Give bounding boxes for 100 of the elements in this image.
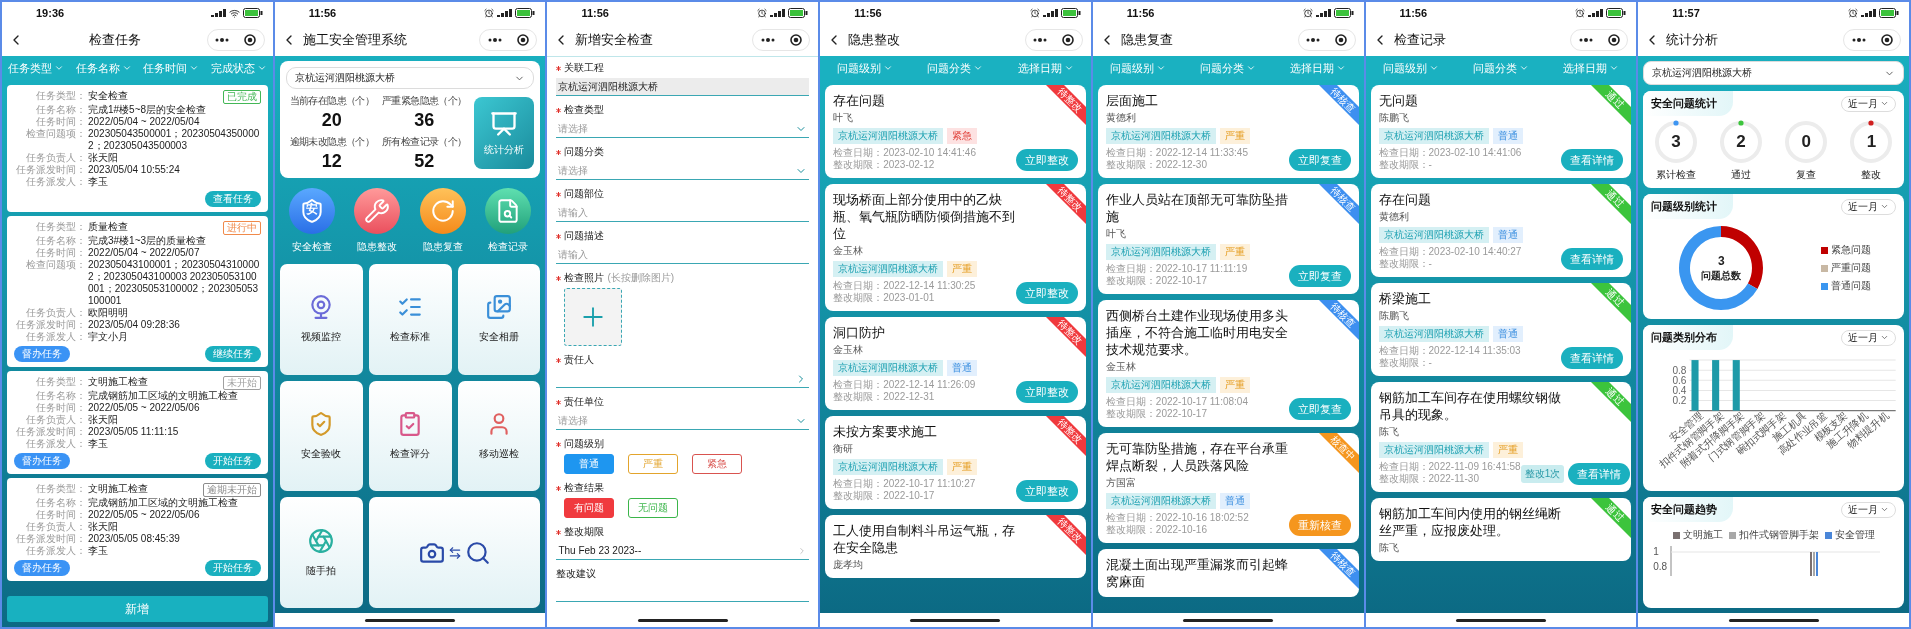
filter-dropdown[interactable]: 问题级别 (837, 60, 894, 76)
period-select[interactable]: 近一月 (1841, 329, 1896, 346)
task-action-button[interactable]: 开始任务 (204, 560, 261, 576)
feature-tile[interactable]: 安全验收 (279, 380, 363, 492)
issue-card[interactable]: 待整改 存在问题 叶飞 京杭运河泗阳桃源大桥 紧急 检查日期：2023-02-10 14:41:46 整改期限：2023-02-12 立即整改 (825, 85, 1086, 178)
level-tag: 严重 (947, 459, 978, 475)
issue-card[interactable]: 待整改 工人使用自制料斗吊运气瓶，存在安全隐患 庞孝均 (825, 515, 1086, 578)
card-action-button[interactable]: 立即复查 (1288, 149, 1351, 171)
input-field[interactable]: 请输入 (556, 204, 810, 222)
filter-dropdown[interactable]: 问题级别 (1382, 60, 1439, 76)
issue-card[interactable]: 通过 桥梁施工 陈鹏飞 京杭运河泗阳桃源大桥 普通 检查日期：2022-12-14 11:35:03 整改期限：- 查看详情 (1370, 283, 1632, 376)
project-tag: 京杭运河泗阳桃源大桥 (833, 128, 944, 144)
quick-entry[interactable]: 隐患复查 (410, 188, 476, 254)
field-value: 2023/05/05 08:45:39 (88, 533, 181, 545)
more-icon[interactable] (215, 38, 230, 42)
add-button[interactable]: 新增 (7, 596, 268, 622)
filter-dropdown[interactable]: 任务时间 (143, 60, 200, 76)
option-button[interactable]: 无问题 (628, 498, 679, 518)
issue-card[interactable]: 核查中 无可靠防坠措施，存在平台承重焊点断裂，人员跌落风险 方国富 京杭运河泗阳桃源大桥 普通 检查日期：2022-10-16 18:02:52 整改期限：2022-10-16 重新核查 (1097, 433, 1359, 543)
option-button[interactable]: 紧急 (692, 454, 743, 474)
select-field[interactable]: 请选择 (556, 120, 810, 138)
project-select[interactable]: 京杭运河泗阳桃源大桥 (1643, 61, 1904, 85)
issue-card[interactable]: 通过 无问题 陈鹏飞 京杭运河泗阳桃源大桥 普通 检查日期：2023-02-10 14:41:06 整改期限：- 查看详情 (1370, 85, 1632, 178)
card-action-button[interactable]: 立即整改 (1015, 282, 1078, 304)
more-icon[interactable] (487, 38, 502, 42)
person-name: 叶飞 (1105, 228, 1127, 240)
input-field[interactable]: 请输入 (556, 246, 810, 264)
legend-label: 文明施工 (1682, 528, 1723, 543)
person-name: 陈鹏飞 (1378, 112, 1410, 124)
quick-entry[interactable]: 隐患整改 (344, 188, 411, 254)
quick-entry[interactable]: 安 安全检查 (279, 188, 345, 254)
card-action-button[interactable]: 重新核查 (1288, 514, 1351, 536)
filter-dropdown[interactable]: 问题分类 (927, 60, 984, 76)
filter-dropdown[interactable]: 问题分类 (1472, 60, 1529, 76)
signal-icon (497, 8, 513, 18)
field-label: 任务负责人： (25, 152, 86, 164)
feature-tile[interactable]: 检查标准 (368, 264, 452, 375)
issue-card[interactable]: 通过 存在问题 黄德利 京杭运河泗阳桃源大桥 普通 检查日期：2023-02-10 14:40:27 整改期限：- 查看详情 (1370, 184, 1632, 277)
period-select[interactable]: 近一月 (1841, 95, 1896, 112)
battery-icon (1606, 8, 1627, 18)
photo-compare-tile[interactable] (368, 497, 541, 608)
battery-icon (515, 8, 536, 18)
more-icon[interactable] (1851, 38, 1866, 42)
more-icon[interactable] (1033, 38, 1048, 42)
project-tag: 京杭运河泗阳桃源大桥 (1105, 377, 1216, 393)
analysis-button[interactable]: 统计分析 (474, 97, 535, 169)
more-icon[interactable] (760, 38, 775, 42)
card-action-button[interactable]: 立即整改 (1015, 480, 1078, 502)
issue-title: 未按方案要求施工 (833, 423, 939, 440)
select-field[interactable]: 请选择 (556, 162, 810, 180)
issue-card[interactable]: 待核查 层面施工 黄德利 京杭运河泗阳桃源大桥 严重 检查日期：2022-12-14 11:33:45 整改期限：2022-12-30 立即复查 (1097, 85, 1359, 178)
filter-dropdown[interactable]: 完成状态 (210, 60, 267, 76)
period-select[interactable]: 近一月 (1841, 198, 1896, 215)
filter-dropdown[interactable]: 选择日期 (1290, 60, 1347, 76)
supervise-button[interactable]: 督办任务 (14, 346, 70, 362)
issue-card[interactable]: 通过 钢筋加工车间内使用的钢丝绳断丝严重，应报废处理。 陈飞 (1370, 498, 1632, 561)
issue-card[interactable]: 待核查 作业人员站在顶部无可靠防坠措施 叶飞 京杭运河泗阳桃源大桥 严重 检查日期：2022-10-17 11:11:19 整改期限：2022-10-17 立即复查 (1097, 184, 1359, 294)
issue-card[interactable]: 待整改 未按方案要求施工 衡研 京杭运河泗阳桃源大桥 严重 检查日期：2022-10-17 11:10:27 整改期限：2022-10-17 立即整改 (825, 416, 1086, 509)
card-action-button[interactable]: 查看详情 (1561, 347, 1624, 369)
card-action-button[interactable]: 查看详情 (1561, 248, 1624, 270)
option-button[interactable]: 严重 (628, 454, 679, 474)
card-action-button[interactable]: 立即整改 (1015, 381, 1078, 403)
filter-dropdown[interactable]: 问题分类 (1200, 60, 1257, 76)
filter-dropdown[interactable]: 任务类型 (7, 60, 64, 76)
field-hint: (长按删除图片) (607, 271, 675, 285)
project-tag: 京杭运河泗阳桃源大桥 (1378, 442, 1489, 458)
period-select[interactable]: 近一月 (1841, 501, 1896, 518)
feature-tile[interactable]: 视频监控 (279, 264, 363, 375)
section-title: 问题级别统计 (1643, 194, 1734, 219)
project-select[interactable]: 京杭运河泗阳桃源大桥 (285, 67, 535, 89)
option-button[interactable]: 普通 (564, 454, 615, 474)
card-action-button[interactable]: 查看详情 (1568, 463, 1631, 485)
filter-dropdown[interactable]: 选择日期 (1017, 60, 1074, 76)
feature-tile[interactable]: 安全相册 (457, 264, 541, 375)
supervise-button[interactable]: 督办任务 (14, 453, 70, 469)
card-action-button[interactable]: 立即复查 (1288, 265, 1351, 287)
filter-dropdown[interactable]: 任务名称 (75, 60, 132, 76)
feature-tile[interactable]: 随手拍 (279, 497, 363, 608)
issue-card[interactable]: 待整改 现场桥面上部分使用中的乙炔瓶、氧气瓶防晒防倾倒措施不到位 金玉林 京杭运河泗阳桃源大桥 严重 检查日期：2022-12-14 11:30:25 整改期限：2023-01-01 立即整改 (825, 184, 1086, 311)
feature-tile[interactable]: 检查评分 (368, 380, 452, 492)
issue-card[interactable]: 待整改 洞口防护 金玉林 京杭运河泗阳桃源大桥 普通 检查日期：2022-12-14 11:26:09 整改期限：2022-12-31 立即整改 (825, 317, 1086, 410)
card-action-button[interactable]: 查看详情 (1561, 149, 1624, 171)
add-photo-button[interactable] (564, 288, 623, 346)
card-action-button[interactable]: 立即整改 (1015, 149, 1078, 171)
feature-tile[interactable]: 移动巡检 (457, 380, 541, 492)
card-action-button[interactable]: 立即复查 (1288, 398, 1351, 420)
task-action-button[interactable]: 继续任务 (204, 346, 261, 362)
quick-entry[interactable]: 检查记录 (475, 188, 541, 254)
supervise-button[interactable]: 督办任务 (14, 560, 70, 576)
select-field[interactable]: 请选择 (556, 412, 810, 430)
more-icon[interactable] (1306, 38, 1321, 42)
filter-dropdown[interactable]: 选择日期 (1563, 60, 1620, 76)
field-label: 任务派发时间： (15, 319, 86, 331)
filter-dropdown[interactable]: 问题级别 (1109, 60, 1166, 76)
issue-card[interactable]: 待核查 西侧桥台土建作业现场使用多头插座，不符合施工临时用电安全技术规范要求。 金玉林 京杭运河泗阳桃源大桥 严重 检查日期：2022-10-17 11:08:04 整改期限：2022-10-17 立即复查 (1097, 300, 1359, 427)
more-icon[interactable] (1578, 38, 1593, 42)
task-action-button[interactable]: 查看任务 (204, 191, 261, 207)
task-action-button[interactable]: 开始任务 (204, 453, 261, 469)
option-button[interactable]: 有问题 (564, 498, 615, 518)
issue-card[interactable]: 待核查 混凝土面出现严重漏浆而引起蜂窝麻面 (1097, 549, 1359, 597)
